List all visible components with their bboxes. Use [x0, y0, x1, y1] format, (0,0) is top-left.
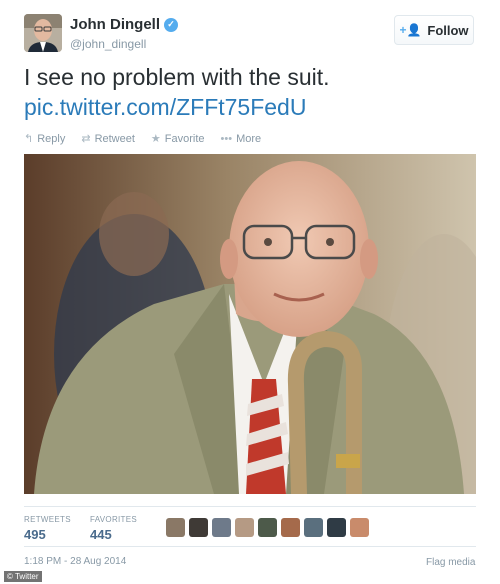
stats-divider-bottom: [24, 546, 476, 547]
flag-media-link[interactable]: Flag media: [426, 557, 475, 568]
follow-button[interactable]: +👤 Follow: [394, 15, 474, 45]
favoriter-avatar[interactable]: [281, 518, 300, 537]
reply-icon: ↰: [24, 133, 34, 145]
favoriter-avatar[interactable]: [212, 518, 231, 537]
tweet-body: I see no problem with the suit.: [24, 64, 330, 90]
retweets-count: 495: [24, 527, 46, 542]
user-handle[interactable]: @john_dingell: [70, 37, 146, 51]
tweet-photo[interactable]: [24, 154, 476, 494]
favoriter-avatar[interactable]: [258, 518, 277, 537]
favoriter-avatar[interactable]: [189, 518, 208, 537]
verified-badge-icon: ✓: [164, 17, 178, 32]
user-avatar[interactable]: [24, 14, 62, 52]
tweet-card: John Dingell ✓ @john_dingell +👤 Follow I…: [0, 0, 500, 584]
favoriter-avatar[interactable]: [327, 518, 346, 537]
reply-label: Reply: [37, 132, 66, 145]
favorites-count: 445: [90, 527, 112, 542]
more-label: More: [236, 132, 262, 145]
tweet-text: I see no problem with the suit. pic.twit…: [24, 62, 474, 122]
star-icon: ★: [150, 133, 161, 145]
favoriter-avatar[interactable]: [166, 518, 185, 537]
favoriter-avatar[interactable]: [304, 518, 323, 537]
favoriter-avatar[interactable]: [350, 518, 369, 537]
reply-action[interactable]: ↰ Reply: [24, 132, 66, 146]
favorites-label: FAVORITES: [90, 515, 138, 524]
tweet-media-link[interactable]: pic.twitter.com/ZFFt75FedU: [24, 92, 474, 122]
user-name[interactable]: John Dingell ✓: [70, 16, 178, 33]
watermark: © Twitter: [4, 571, 42, 582]
favorite-action[interactable]: ★ Favorite: [150, 132, 205, 146]
stats-divider-top: [24, 506, 476, 507]
more-dots-icon: •••: [220, 132, 233, 145]
more-action[interactable]: ••• More: [221, 132, 262, 145]
add-user-icon: +👤: [399, 23, 422, 37]
favoriter-avatars: [166, 518, 369, 537]
tweet-timestamp[interactable]: 1:18 PM - 28 Aug 2014: [24, 556, 126, 567]
follow-label: Follow: [427, 22, 469, 38]
favorite-label: Favorite: [164, 132, 205, 145]
retweet-icon: ⇄: [81, 133, 91, 145]
retweet-label: Retweet: [94, 132, 135, 145]
retweets-label: RETWEETS: [24, 515, 71, 524]
retweets-stat[interactable]: RETWEETS 495: [24, 515, 71, 542]
favoriter-avatar[interactable]: [235, 518, 254, 537]
user-name-text: John Dingell: [70, 16, 160, 33]
favorites-stat[interactable]: FAVORITES 445: [90, 515, 137, 542]
retweet-action[interactable]: ⇄ Retweet: [81, 132, 135, 146]
tweet-actions: ↰ Reply ⇄ Retweet ★ Favorite ••• More: [24, 132, 262, 146]
